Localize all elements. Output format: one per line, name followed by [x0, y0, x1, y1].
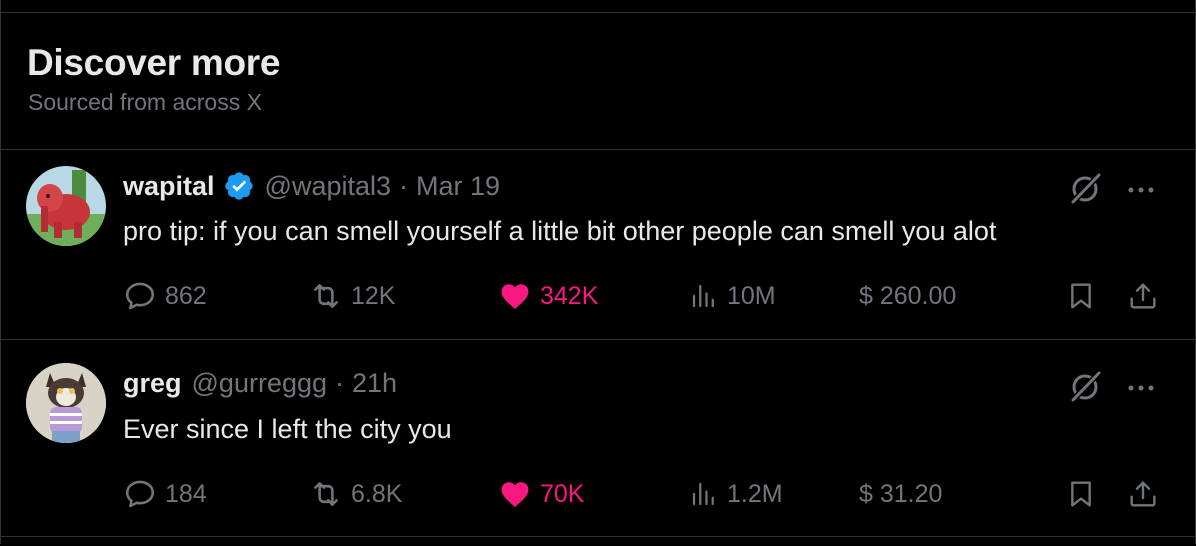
post-divider	[0, 536, 1196, 537]
author-handle[interactable]: @gurreggg	[192, 368, 328, 399]
separator-dot: ·	[335, 368, 345, 398]
avatar[interactable]	[26, 166, 106, 246]
more-options-icon[interactable]	[1126, 380, 1156, 398]
repost-icon	[314, 482, 338, 506]
grok-icon[interactable]	[1068, 368, 1104, 409]
section-subtitle: Sourced from across X	[28, 89, 262, 115]
repost-icon	[314, 284, 338, 308]
share-button[interactable]	[1127, 476, 1167, 512]
post-header: wapital @wapital3 · Mar 19	[123, 170, 500, 202]
post-timestamp[interactable]: Mar 19	[416, 171, 500, 202]
bookmark-button[interactable]	[1065, 278, 1105, 314]
views-chart-icon	[692, 482, 714, 506]
share-icon	[1130, 481, 1156, 507]
tip-button[interactable]: $ 260.00	[859, 278, 956, 314]
avatar[interactable]	[26, 363, 106, 443]
reply-icon	[125, 480, 155, 508]
like-count: 70K	[540, 479, 585, 508]
post-top-icons	[1068, 170, 1156, 211]
like-button[interactable]: 342K	[498, 278, 598, 314]
red-elephant-avatar-icon	[26, 166, 106, 246]
post[interactable]: wapital @wapital3 · Mar 19 pro tip: if y…	[0, 149, 1196, 338]
reply-button[interactable]: 184	[123, 476, 207, 512]
author-handle[interactable]: @wapital3	[265, 171, 391, 202]
reply-count: 184	[165, 479, 207, 508]
like-count: 342K	[540, 281, 599, 310]
views-button[interactable]: 1.2M	[689, 476, 783, 512]
post-header: greg @gurreggg · 21h	[123, 368, 397, 399]
repost-button[interactable]: 6.8K	[309, 476, 402, 512]
post-actions: 184 6.8K 70K 1.2M $ 31.20	[123, 476, 1163, 512]
repost-count: 6.8K	[351, 479, 403, 508]
verified-badge-icon[interactable]	[223, 170, 255, 202]
repost-count: 12K	[351, 281, 396, 310]
views-count: 10M	[727, 281, 776, 310]
more-options-icon[interactable]	[1126, 182, 1156, 200]
share-icon	[1130, 283, 1156, 309]
bookmark-icon	[1071, 481, 1091, 507]
bookmark-button[interactable]	[1065, 476, 1105, 512]
grok-icon[interactable]	[1068, 170, 1104, 211]
reply-count: 862	[165, 281, 207, 310]
share-button[interactable]	[1127, 278, 1167, 314]
author-name[interactable]: wapital	[123, 171, 215, 202]
post-actions: 862 12K 342K 10M $ 260.00	[123, 278, 1163, 314]
author-name[interactable]: greg	[123, 368, 182, 399]
reply-button[interactable]: 862	[123, 278, 207, 314]
post[interactable]: greg @gurreggg · 21h Ever since I left t…	[0, 339, 1196, 537]
cat-in-sweater-avatar-icon	[26, 363, 106, 443]
post-divider	[0, 149, 1196, 150]
bookmark-icon	[1071, 283, 1091, 309]
post-top-icons	[1068, 368, 1156, 409]
separator-dot: ·	[399, 170, 409, 201]
views-button[interactable]: 10M	[689, 278, 776, 314]
reply-icon	[125, 282, 155, 310]
post-divider	[0, 339, 1196, 340]
views-count: 1.2M	[727, 479, 783, 508]
views-chart-icon	[692, 284, 714, 308]
like-button[interactable]: 70K	[498, 476, 584, 512]
top-divider	[0, 12, 1196, 13]
section-title: Discover more	[27, 42, 281, 83]
tip-amount: $ 260.00	[859, 281, 957, 310]
repost-button[interactable]: 12K	[309, 278, 395, 314]
heart-filled-icon	[501, 482, 529, 508]
tip-amount: $ 31.20	[859, 479, 943, 508]
heart-filled-icon	[501, 284, 529, 310]
post-text: pro tip: if you can smell yourself a lit…	[123, 216, 997, 246]
post-timestamp[interactable]: 21h	[352, 368, 397, 399]
post-text: Ever since I left the city you	[123, 414, 452, 444]
tip-button[interactable]: $ 31.20	[859, 476, 942, 512]
